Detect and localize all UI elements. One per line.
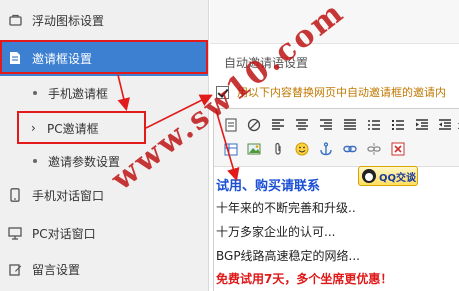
annotation-arrows (117, 74, 240, 182)
app-root: 浮动图标设置 邀请框设置 手机邀请框 › PC邀请框 邀请参数设置 手机对话窗口 (0, 0, 459, 291)
